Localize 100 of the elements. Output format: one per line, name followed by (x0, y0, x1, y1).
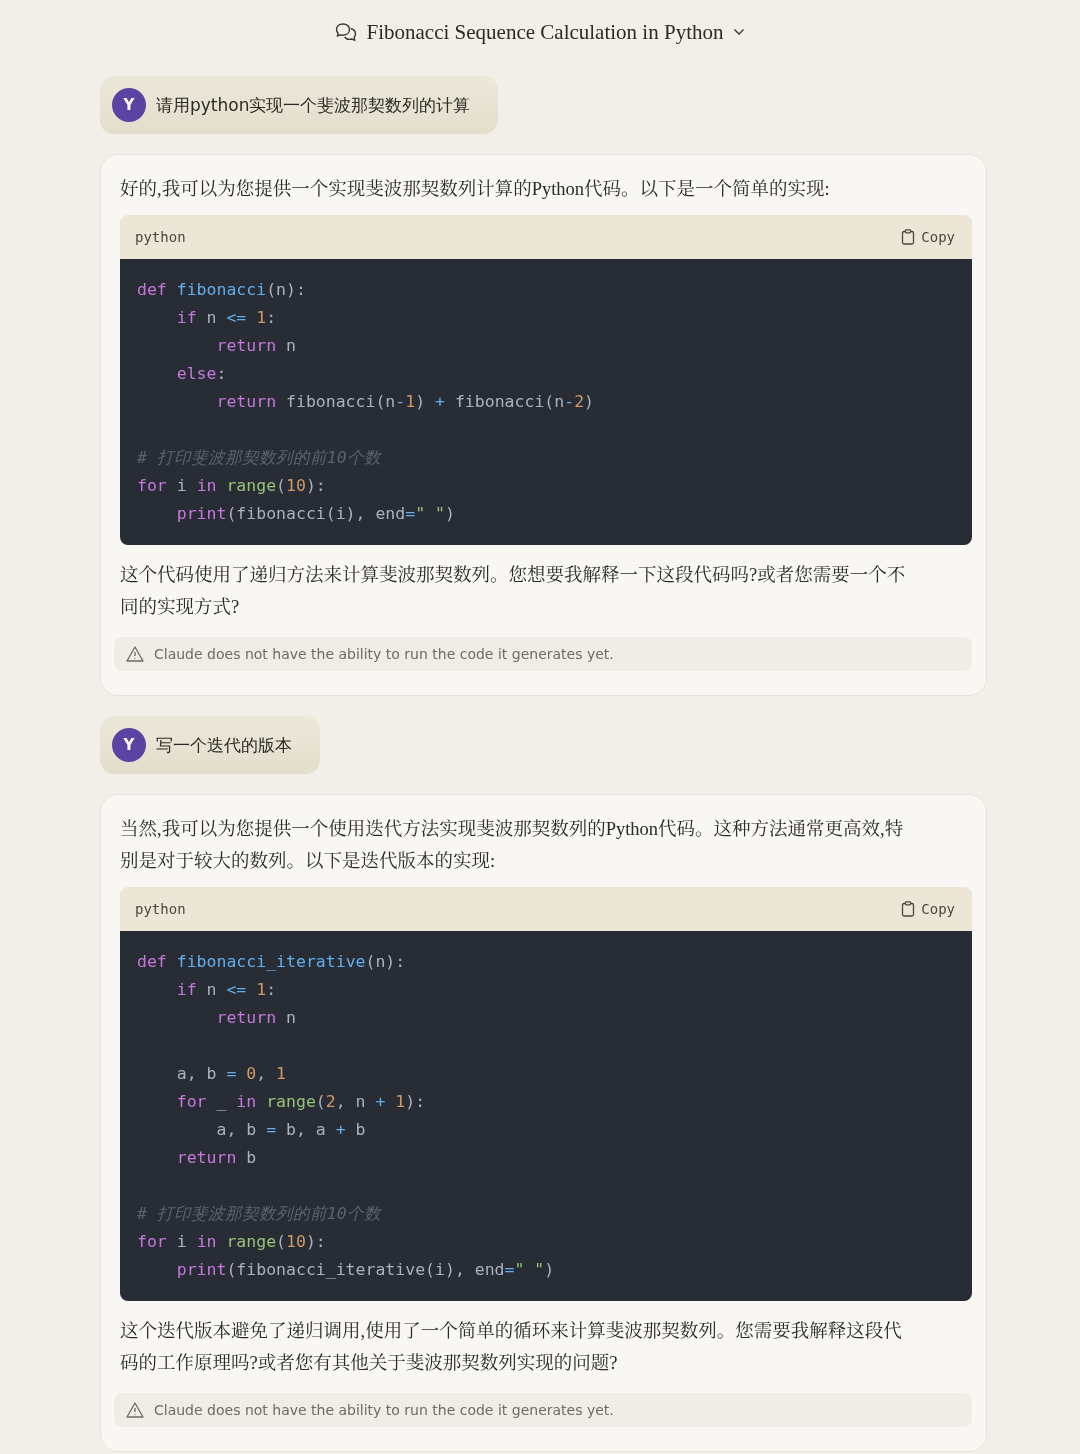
code-text: (fibonacci_iterative(i), end (226, 1260, 505, 1279)
code-keyword: print (176, 504, 227, 523)
code-number: 10 (286, 1232, 306, 1251)
code-text: b (355, 1120, 366, 1139)
code-text: , (256, 1064, 268, 1083)
code-function-name: fibonacci_iterative (176, 952, 366, 971)
code-keyword: in (196, 476, 218, 495)
code-number: 2 (574, 392, 585, 411)
code-operator: = (405, 504, 416, 523)
code-text: ( (276, 1232, 287, 1251)
code-keyword: def (137, 280, 168, 299)
clipboard-icon (901, 229, 916, 245)
copy-button[interactable]: Copy (901, 901, 955, 917)
code-text: i (176, 1232, 188, 1251)
message-paragraph: 这个迭代版本避免了递归调用,使用了一个简单的循环来计算斐波那契数列。您需要我解释这段代码的工作原理吗?或者您有其他关于斐波那契数列实现的问题? (120, 1320, 903, 1375)
code-keyword: for (137, 476, 168, 495)
chevron-down-icon[interactable] (733, 28, 746, 36)
code-operator: <= (226, 308, 248, 327)
code-builtin: range (226, 1232, 277, 1251)
code-comment: # 打印斐波那契数列的前10个数 (137, 1204, 381, 1223)
code-keyword: return (216, 336, 278, 355)
code-text: ( (276, 476, 287, 495)
conversation-title[interactable]: Fibonacci Sequence Calculation in Python (366, 19, 724, 45)
code-function-name: fibonacci (176, 280, 267, 299)
disclaimer-text: Claude does not have the ability to run the code it generates yet. (154, 646, 614, 662)
code-text: fibonacci(n (454, 392, 565, 411)
code-builtin: range (266, 1092, 316, 1111)
code-text: ) (444, 504, 455, 523)
code-text: (fibonacci(i), end (226, 504, 406, 523)
code-string: " " (514, 1260, 545, 1279)
code-text: i (176, 476, 188, 495)
code-keyword: return (216, 1008, 278, 1027)
code-keyword: for (137, 1232, 168, 1251)
code-string: " " (415, 504, 445, 523)
user-avatar: Y (112, 88, 146, 122)
warning-icon (126, 1402, 144, 1418)
code-text: ): (305, 476, 326, 495)
copy-button[interactable]: Copy (901, 229, 955, 245)
code-text: : (266, 980, 277, 999)
code-operator: + (435, 392, 446, 411)
code-keyword: in (236, 1092, 258, 1111)
code-operator: + (335, 1120, 347, 1139)
code-text: a, b (176, 1064, 218, 1083)
code-text: (n): (266, 280, 306, 299)
code-text: fibonacci(n (286, 392, 396, 411)
code-text: ( (315, 1092, 326, 1111)
code-text: : (266, 308, 277, 327)
code-number: 1 (256, 980, 267, 999)
code-text: n (206, 308, 218, 327)
code-text: b (246, 1148, 257, 1167)
warning-icon (126, 646, 144, 662)
code-text: n (286, 336, 296, 355)
code-keyword: def (137, 952, 168, 971)
user-message-text: 请用python实现一个斐波那契数列的计算 (156, 93, 471, 117)
clipboard-icon (901, 901, 916, 917)
code-text: n (286, 1008, 296, 1027)
code-keyword: in (196, 1232, 218, 1251)
code-text: ): (405, 1092, 426, 1111)
code-text: n (206, 980, 218, 999)
user-avatar: Y (112, 728, 146, 762)
chat-bubbles-icon (334, 22, 357, 42)
code-number: 1 (395, 1092, 406, 1111)
code-text: ) (544, 1260, 555, 1279)
code-text: ) (415, 392, 427, 411)
code-keyword: return (216, 392, 278, 411)
message-paragraph: 当然,我可以为您提供一个使用迭代方法实现斐波那契数列的Python代码。这种方法通常更高效,特别是对于较大的数列。以下是迭代版本的实现: (120, 818, 905, 873)
disclaimer-text: Claude does not have the ability to run the code it generates yet. (154, 1402, 614, 1418)
code-operator: <= (226, 980, 248, 999)
code-text: ): (305, 1232, 326, 1251)
message-paragraph: 好的,我可以为您提供一个实现斐波那契数列计算的Python代码。以下是一个简单的实现: (120, 178, 831, 201)
code-operator: = (226, 1064, 238, 1083)
code-operator: = (504, 1260, 515, 1279)
code-text: a, b (216, 1120, 258, 1139)
code-text: ) (584, 392, 594, 411)
code-keyword: print (176, 1260, 227, 1279)
code-text: , n (335, 1092, 367, 1111)
code-number: 1 (256, 308, 267, 327)
code-text: b, a (286, 1120, 327, 1139)
code-keyword: if (176, 980, 198, 999)
code-comment: # 打印斐波那契数列的前10个数 (137, 448, 381, 467)
code-number: 10 (286, 476, 306, 495)
code-language-label: python (135, 901, 186, 917)
code-operator: = (266, 1120, 278, 1139)
code-operator: - (564, 392, 575, 411)
code-number: 2 (325, 1092, 336, 1111)
code-keyword: return (176, 1148, 238, 1167)
user-message-text: 写一个迭代的版本 (156, 733, 292, 757)
code-number: 0 (246, 1064, 257, 1083)
code-text: : (216, 364, 227, 383)
code-keyword: for (176, 1092, 208, 1111)
code-operator: - (395, 392, 406, 411)
code-keyword: else (176, 364, 217, 383)
code-number: 1 (276, 1064, 287, 1083)
code-text: _ (216, 1092, 228, 1111)
code-language-label: python (135, 229, 186, 245)
code-builtin: range (226, 476, 277, 495)
code-number: 1 (405, 392, 416, 411)
code-keyword: if (176, 308, 198, 327)
message-paragraph: 这个代码使用了递归方法来计算斐波那契数列。您想要我解释一下这段代码吗?或者您需要一个不同的实现方式? (120, 564, 907, 619)
code-operator: + (375, 1092, 387, 1111)
